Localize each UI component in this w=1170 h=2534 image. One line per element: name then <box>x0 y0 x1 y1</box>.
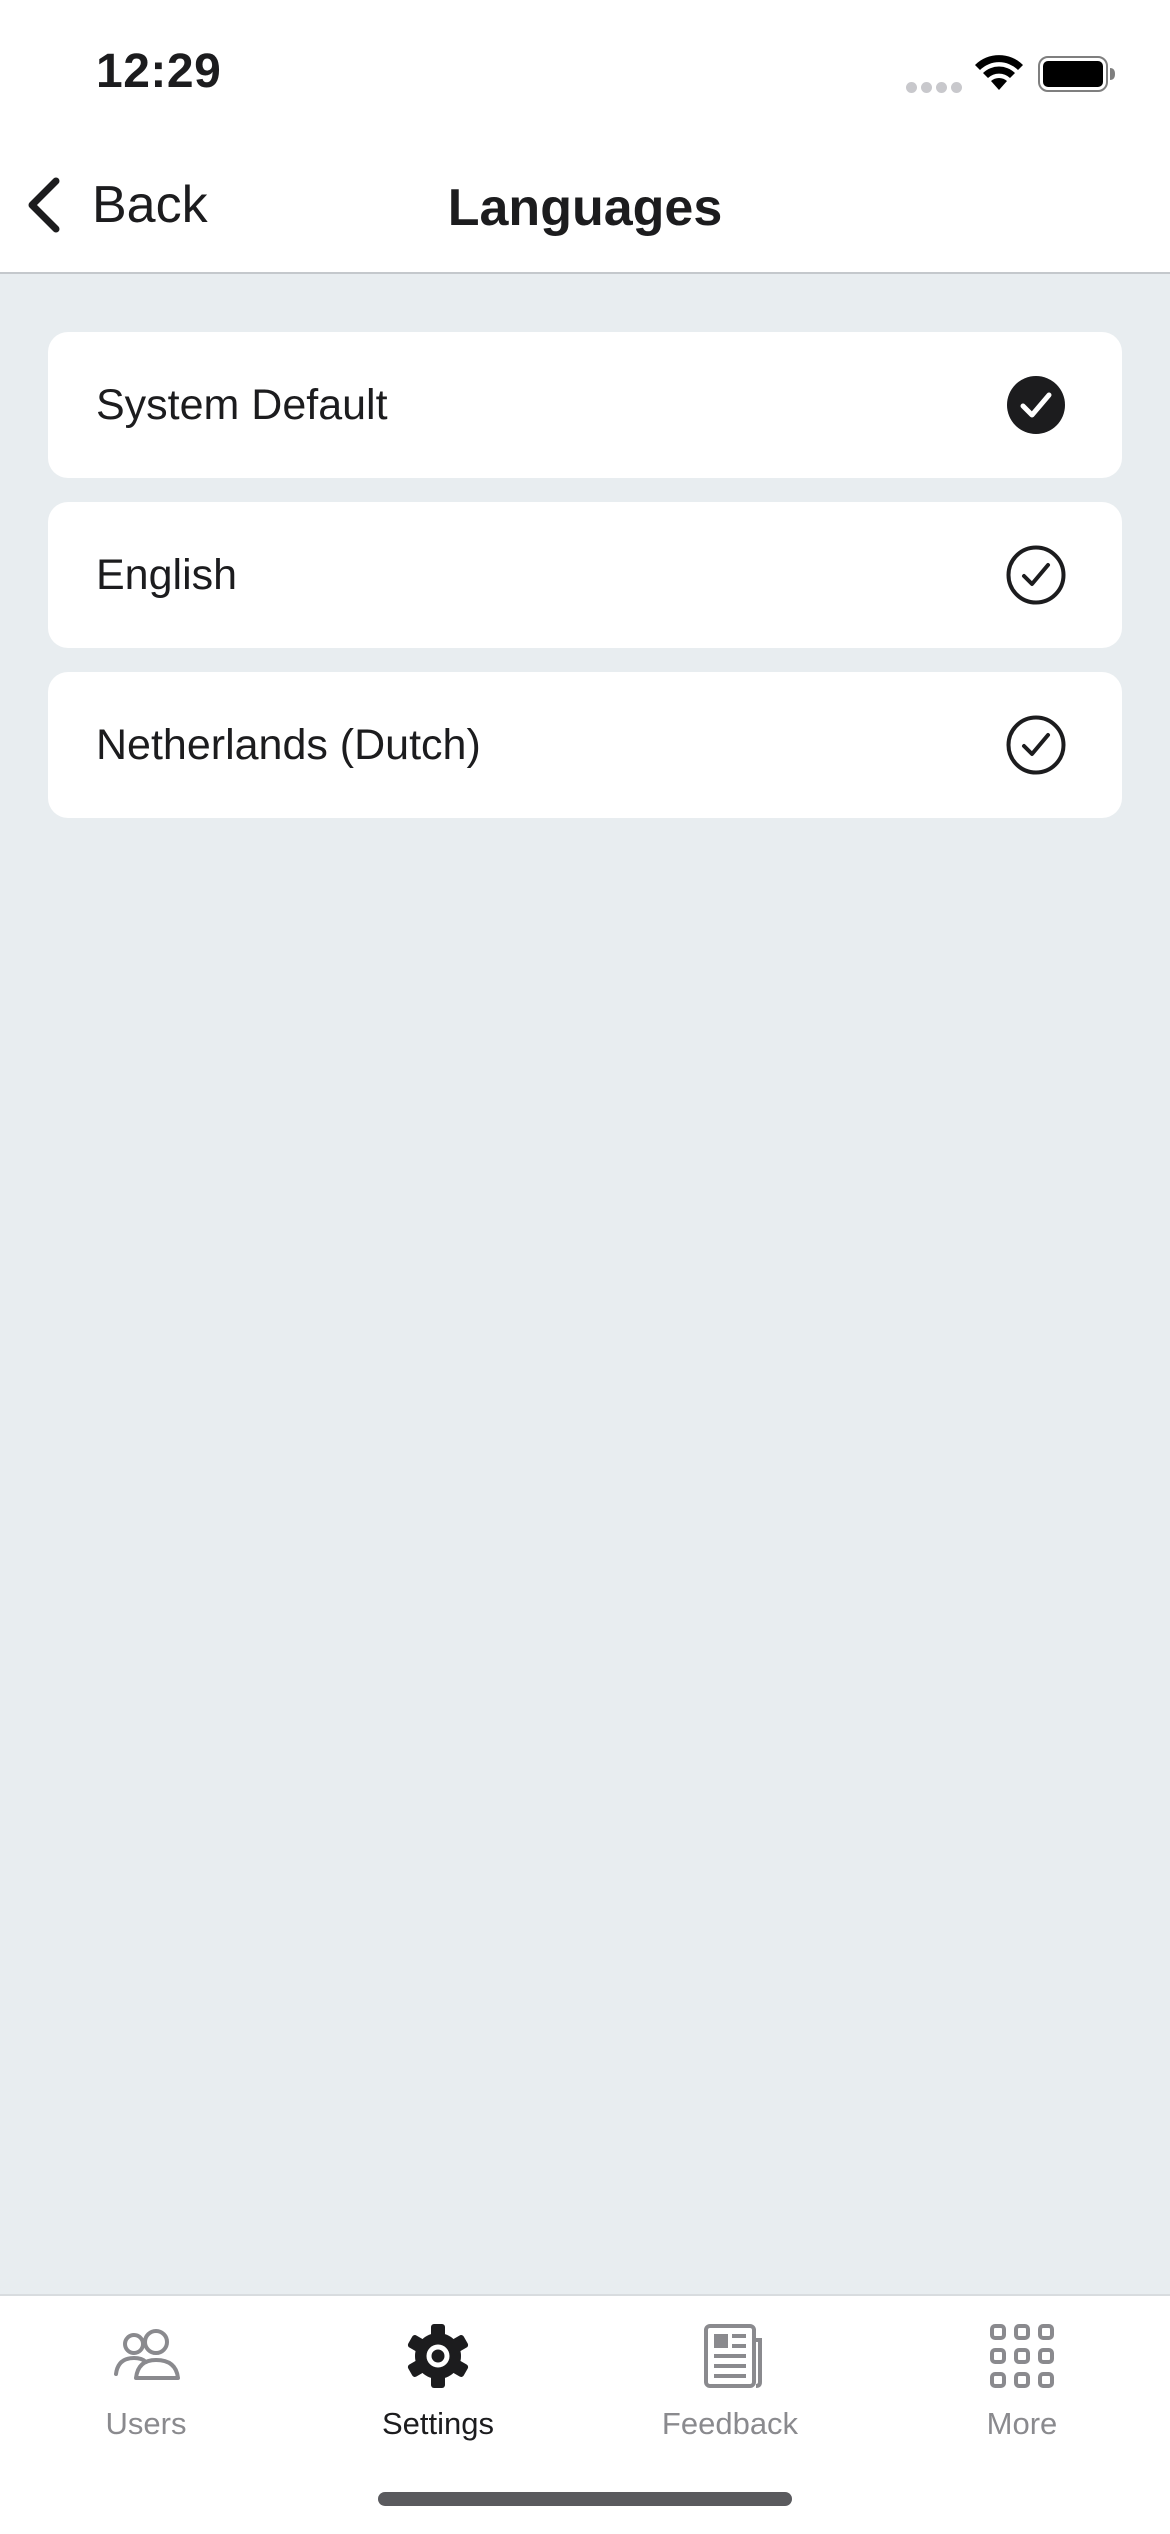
language-option-system-default[interactable]: System Default <box>48 332 1122 478</box>
tab-label: Users <box>105 2406 187 2441</box>
gear-icon <box>407 2324 469 2388</box>
battery-icon <box>1038 56 1115 92</box>
language-option-english[interactable]: English <box>48 502 1122 648</box>
home-indicator <box>378 2492 792 2506</box>
tab-feedback[interactable]: Feedback <box>584 2296 876 2456</box>
tab-more[interactable]: More <box>876 2296 1168 2456</box>
language-list: System Default English Netherlands (Dutc… <box>48 332 1122 842</box>
navigation-bar: Back Languages <box>0 130 1170 274</box>
language-option-dutch[interactable]: Netherlands (Dutch) <box>48 672 1122 818</box>
checkmark-filled-icon <box>1007 376 1065 434</box>
newspaper-icon <box>704 2324 762 2388</box>
grid-icon <box>990 2324 1054 2388</box>
cellular-signal-icon <box>906 82 962 94</box>
tab-users[interactable]: Users <box>0 2296 292 2456</box>
checkmark-outline-icon <box>1006 545 1066 605</box>
status-bar: 12:29 <box>0 0 1170 130</box>
language-label: Netherlands (Dutch) <box>96 721 481 769</box>
status-time: 12:29 <box>96 45 222 98</box>
page-title: Languages <box>447 179 723 237</box>
tab-label: Settings <box>381 2406 494 2441</box>
language-label: English <box>96 551 238 599</box>
checkmark-outline-icon <box>1006 715 1066 775</box>
tab-settings[interactable]: Settings <box>292 2296 584 2456</box>
users-icon <box>114 2329 180 2380</box>
wifi-icon <box>975 55 1023 90</box>
tab-label: Feedback <box>661 2406 799 2441</box>
language-label: System Default <box>96 381 388 429</box>
tab-label: More <box>986 2406 1058 2441</box>
